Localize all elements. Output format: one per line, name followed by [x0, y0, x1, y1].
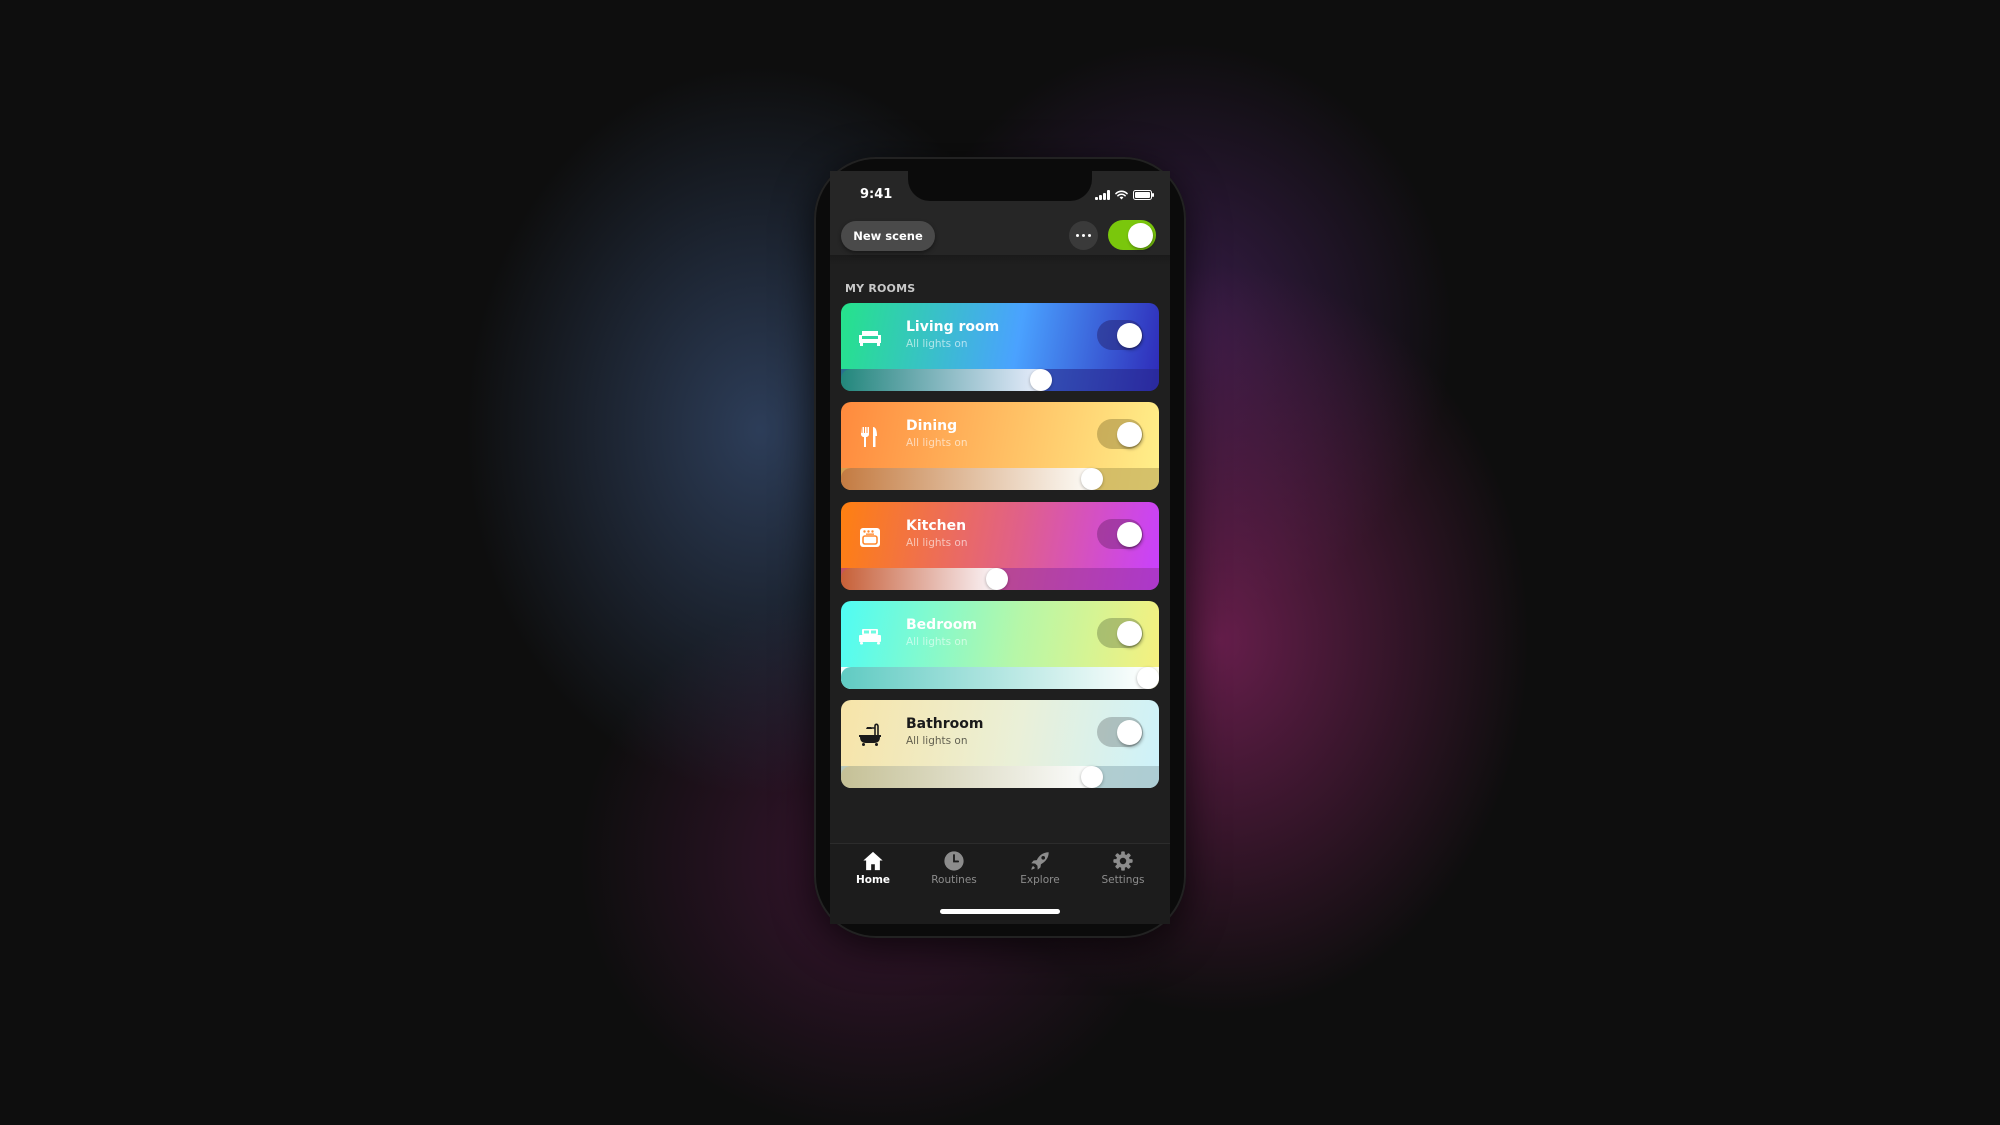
sofa-icon	[855, 323, 885, 353]
room-toggle[interactable]	[1097, 618, 1143, 648]
brightness-slider[interactable]	[841, 369, 1159, 391]
brightness-fill	[841, 468, 1093, 490]
more-dot	[1087, 233, 1092, 238]
room-status: All lights on	[906, 735, 968, 747]
tab-label: Home	[855, 874, 891, 886]
tab-label: Settings	[1101, 874, 1145, 886]
toggle-knob	[1117, 522, 1142, 547]
more-dot	[1081, 233, 1086, 238]
status-icons	[1095, 189, 1154, 201]
toggle-knob	[1117, 621, 1142, 646]
bed-icon	[855, 621, 885, 651]
brightness-fill	[841, 568, 997, 590]
home-icon	[863, 851, 883, 871]
room-card-kitchen[interactable]: Kitchen All lights on	[841, 502, 1159, 590]
oven-icon	[855, 522, 885, 552]
room-toggle[interactable]	[1097, 419, 1143, 449]
brightness-slider[interactable]	[841, 468, 1159, 490]
room-toggle[interactable]	[1097, 717, 1143, 747]
more-options-button[interactable]	[1069, 221, 1098, 250]
battery-icon	[1132, 190, 1154, 200]
room-card-dining[interactable]: Dining All lights on	[841, 402, 1159, 490]
brightness-slider[interactable]	[841, 667, 1159, 689]
room-name: Dining	[906, 418, 958, 434]
toggle-knob	[1117, 720, 1142, 745]
brightness-thumb[interactable]	[985, 568, 1008, 590]
status-time: 9:41	[860, 187, 893, 202]
room-status: All lights on	[906, 537, 968, 549]
rocket-icon	[1031, 852, 1049, 870]
tab-routines[interactable]: Routines	[919, 850, 989, 886]
header-divider	[830, 255, 1170, 265]
tab-settings[interactable]: Settings	[1088, 850, 1158, 886]
room-name: Living room	[906, 319, 1000, 335]
brightness-thumb[interactable]	[1137, 667, 1159, 689]
tab-label: Routines	[931, 874, 977, 886]
room-status: All lights on	[906, 437, 968, 449]
room-name: Bathroom	[906, 716, 984, 732]
tab-label: Explore	[1020, 874, 1060, 886]
fork-knife-icon	[855, 422, 885, 452]
room-toggle[interactable]	[1097, 519, 1143, 549]
home-indicator	[940, 909, 1060, 914]
brightness-slider[interactable]	[841, 568, 1159, 590]
brightness-thumb[interactable]	[1081, 766, 1104, 788]
wifi-icon	[1114, 190, 1128, 200]
room-status: All lights on	[906, 636, 968, 648]
new-scene-button[interactable]: New scene	[841, 221, 935, 251]
brightness-fill	[841, 667, 1148, 689]
room-card-living-room[interactable]: Living room All lights on	[841, 303, 1159, 391]
brightness-fill	[841, 766, 1093, 788]
toggle-knob	[1128, 223, 1153, 248]
room-name: Kitchen	[906, 518, 967, 534]
brightness-slider[interactable]	[841, 766, 1159, 788]
brightness-thumb[interactable]	[1081, 468, 1104, 490]
room-name: Bedroom	[906, 617, 977, 633]
brightness-thumb[interactable]	[1030, 369, 1053, 391]
master-lights-toggle[interactable]	[1108, 220, 1156, 250]
bathtub-icon	[855, 720, 885, 750]
toggle-knob	[1117, 323, 1142, 348]
more-horizontal-icon	[1075, 233, 1080, 238]
clock-icon	[944, 851, 964, 871]
tab-explore[interactable]: Explore	[1005, 850, 1075, 886]
section-title-my-rooms: MY ROOMS	[845, 282, 916, 295]
room-card-bathroom[interactable]: Bathroom All lights on	[841, 700, 1159, 788]
gear-icon	[1113, 851, 1133, 871]
cellular-signal-icon	[1095, 190, 1110, 200]
toggle-knob	[1117, 422, 1142, 447]
room-card-bedroom[interactable]: Bedroom All lights on	[841, 601, 1159, 689]
phone-notch	[908, 170, 1092, 201]
room-status: All lights on	[906, 338, 968, 350]
tab-home[interactable]: Home	[838, 850, 908, 886]
brightness-fill	[841, 369, 1042, 391]
room-toggle[interactable]	[1097, 320, 1143, 350]
